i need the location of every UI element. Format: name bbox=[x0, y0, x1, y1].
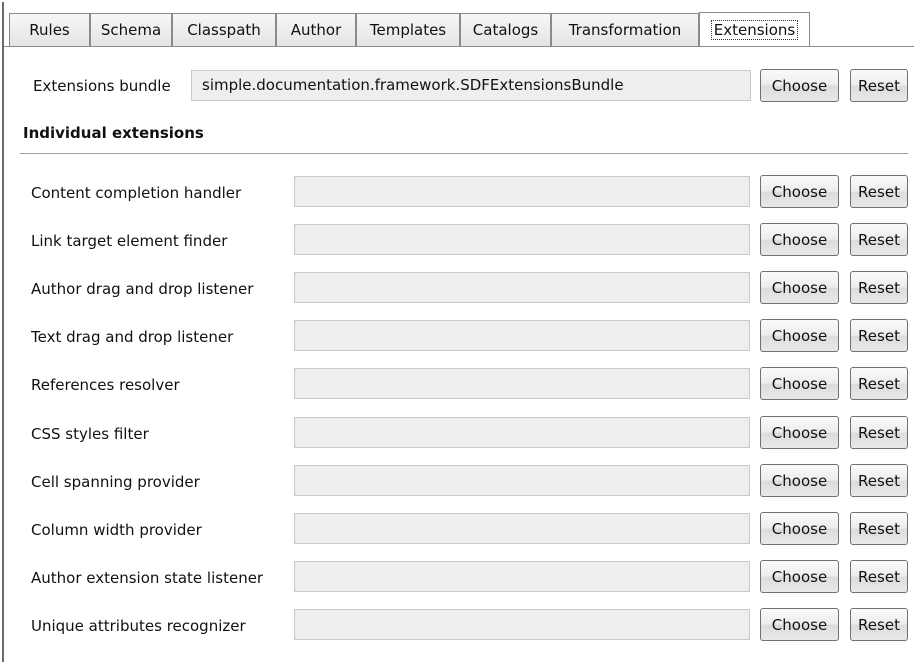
tab-bar-divider bbox=[4, 46, 914, 47]
extensions-bundle-field[interactable]: simple.documentation.framework.SDFExtens… bbox=[191, 70, 751, 101]
extension-reset-button-link-target-element-finder[interactable]: Reset bbox=[850, 223, 908, 256]
extension-reset-button-author-drag-and-drop-listener[interactable]: Reset bbox=[850, 271, 908, 304]
tab-label: Classpath bbox=[187, 21, 261, 39]
extension-reset-button-unique-attributes-recognizer[interactable]: Reset bbox=[850, 608, 908, 641]
extension-reset-button-references-resolver[interactable]: Reset bbox=[850, 367, 908, 400]
extension-reset-button-column-width-provider[interactable]: Reset bbox=[850, 512, 908, 545]
extension-reset-button-css-styles-filter[interactable]: Reset bbox=[850, 416, 908, 449]
extension-choose-button-content-completion-handler[interactable]: Choose bbox=[760, 175, 839, 208]
tab-templates[interactable]: Templates bbox=[356, 13, 460, 46]
extension-label-author-drag-and-drop-listener: Author drag and drop listener bbox=[31, 280, 254, 298]
extension-choose-button-column-width-provider[interactable]: Choose bbox=[760, 512, 839, 545]
extension-field-author-extension-state-listener[interactable] bbox=[294, 561, 750, 592]
extension-field-text-drag-and-drop-listener[interactable] bbox=[294, 320, 750, 351]
extension-choose-button-author-extension-state-listener[interactable]: Choose bbox=[760, 560, 839, 593]
extension-label-link-target-element-finder: Link target element finder bbox=[31, 232, 228, 250]
extension-reset-button-cell-spanning-provider[interactable]: Reset bbox=[850, 464, 908, 497]
tab-schema[interactable]: Schema bbox=[90, 13, 172, 46]
tab-author[interactable]: Author bbox=[276, 13, 356, 46]
tab-label: Rules bbox=[29, 21, 70, 39]
tab-extensions[interactable]: Extensions bbox=[699, 12, 810, 47]
tab-label: Extensions bbox=[710, 20, 799, 40]
tab-label: Templates bbox=[369, 21, 447, 39]
tab-label: Transformation bbox=[568, 21, 682, 39]
extension-reset-button-author-extension-state-listener[interactable]: Reset bbox=[850, 560, 908, 593]
tab-catalogs[interactable]: Catalogs bbox=[460, 13, 551, 46]
extension-reset-button-content-completion-handler[interactable]: Reset bbox=[850, 175, 908, 208]
tab-label: Catalogs bbox=[472, 21, 539, 39]
extension-choose-button-css-styles-filter[interactable]: Choose bbox=[760, 416, 839, 449]
extension-field-css-styles-filter[interactable] bbox=[294, 417, 750, 448]
section-divider bbox=[20, 153, 908, 154]
extension-choose-button-unique-attributes-recognizer[interactable]: Choose bbox=[760, 608, 839, 641]
extension-choose-button-author-drag-and-drop-listener[interactable]: Choose bbox=[760, 271, 839, 304]
extension-field-references-resolver[interactable] bbox=[294, 368, 750, 399]
extension-choose-button-references-resolver[interactable]: Choose bbox=[760, 367, 839, 400]
tab-bar: Rules Schema Classpath Author Templates … bbox=[4, 12, 914, 47]
section-title: Individual extensions bbox=[23, 124, 204, 142]
extension-field-author-drag-and-drop-listener[interactable] bbox=[294, 272, 750, 303]
extension-label-unique-attributes-recognizer: Unique attributes recognizer bbox=[31, 617, 246, 635]
extension-label-cell-spanning-provider: Cell spanning provider bbox=[31, 473, 200, 491]
extension-label-column-width-provider: Column width provider bbox=[31, 521, 202, 539]
extensions-bundle-label: Extensions bundle bbox=[33, 77, 171, 95]
extension-label-css-styles-filter: CSS styles filter bbox=[31, 425, 149, 443]
extension-choose-button-cell-spanning-provider[interactable]: Choose bbox=[760, 464, 839, 497]
tab-transformation[interactable]: Transformation bbox=[551, 13, 699, 46]
extensions-bundle-reset-button[interactable]: Reset bbox=[850, 69, 908, 102]
extension-field-column-width-provider[interactable] bbox=[294, 513, 750, 544]
extension-choose-button-text-drag-and-drop-listener[interactable]: Choose bbox=[760, 319, 839, 352]
extension-field-link-target-element-finder[interactable] bbox=[294, 224, 750, 255]
tab-classpath[interactable]: Classpath bbox=[172, 13, 276, 46]
extension-choose-button-link-target-element-finder[interactable]: Choose bbox=[760, 223, 839, 256]
extension-label-references-resolver: References resolver bbox=[31, 376, 180, 394]
extension-field-cell-spanning-provider[interactable] bbox=[294, 465, 750, 496]
extension-label-text-drag-and-drop-listener: Text drag and drop listener bbox=[31, 328, 234, 346]
tab-rules[interactable]: Rules bbox=[9, 13, 90, 46]
tab-label: Schema bbox=[100, 21, 162, 39]
tab-label: Author bbox=[290, 21, 342, 39]
extension-label-author-extension-state-listener: Author extension state listener bbox=[31, 569, 264, 587]
extensions-bundle-choose-button[interactable]: Choose bbox=[760, 69, 839, 102]
extension-reset-button-text-drag-and-drop-listener[interactable]: Reset bbox=[850, 319, 908, 352]
extension-field-unique-attributes-recognizer[interactable] bbox=[294, 609, 750, 640]
extension-label-content-completion-handler: Content completion handler bbox=[31, 184, 242, 202]
extension-field-content-completion-handler[interactable] bbox=[294, 176, 750, 207]
